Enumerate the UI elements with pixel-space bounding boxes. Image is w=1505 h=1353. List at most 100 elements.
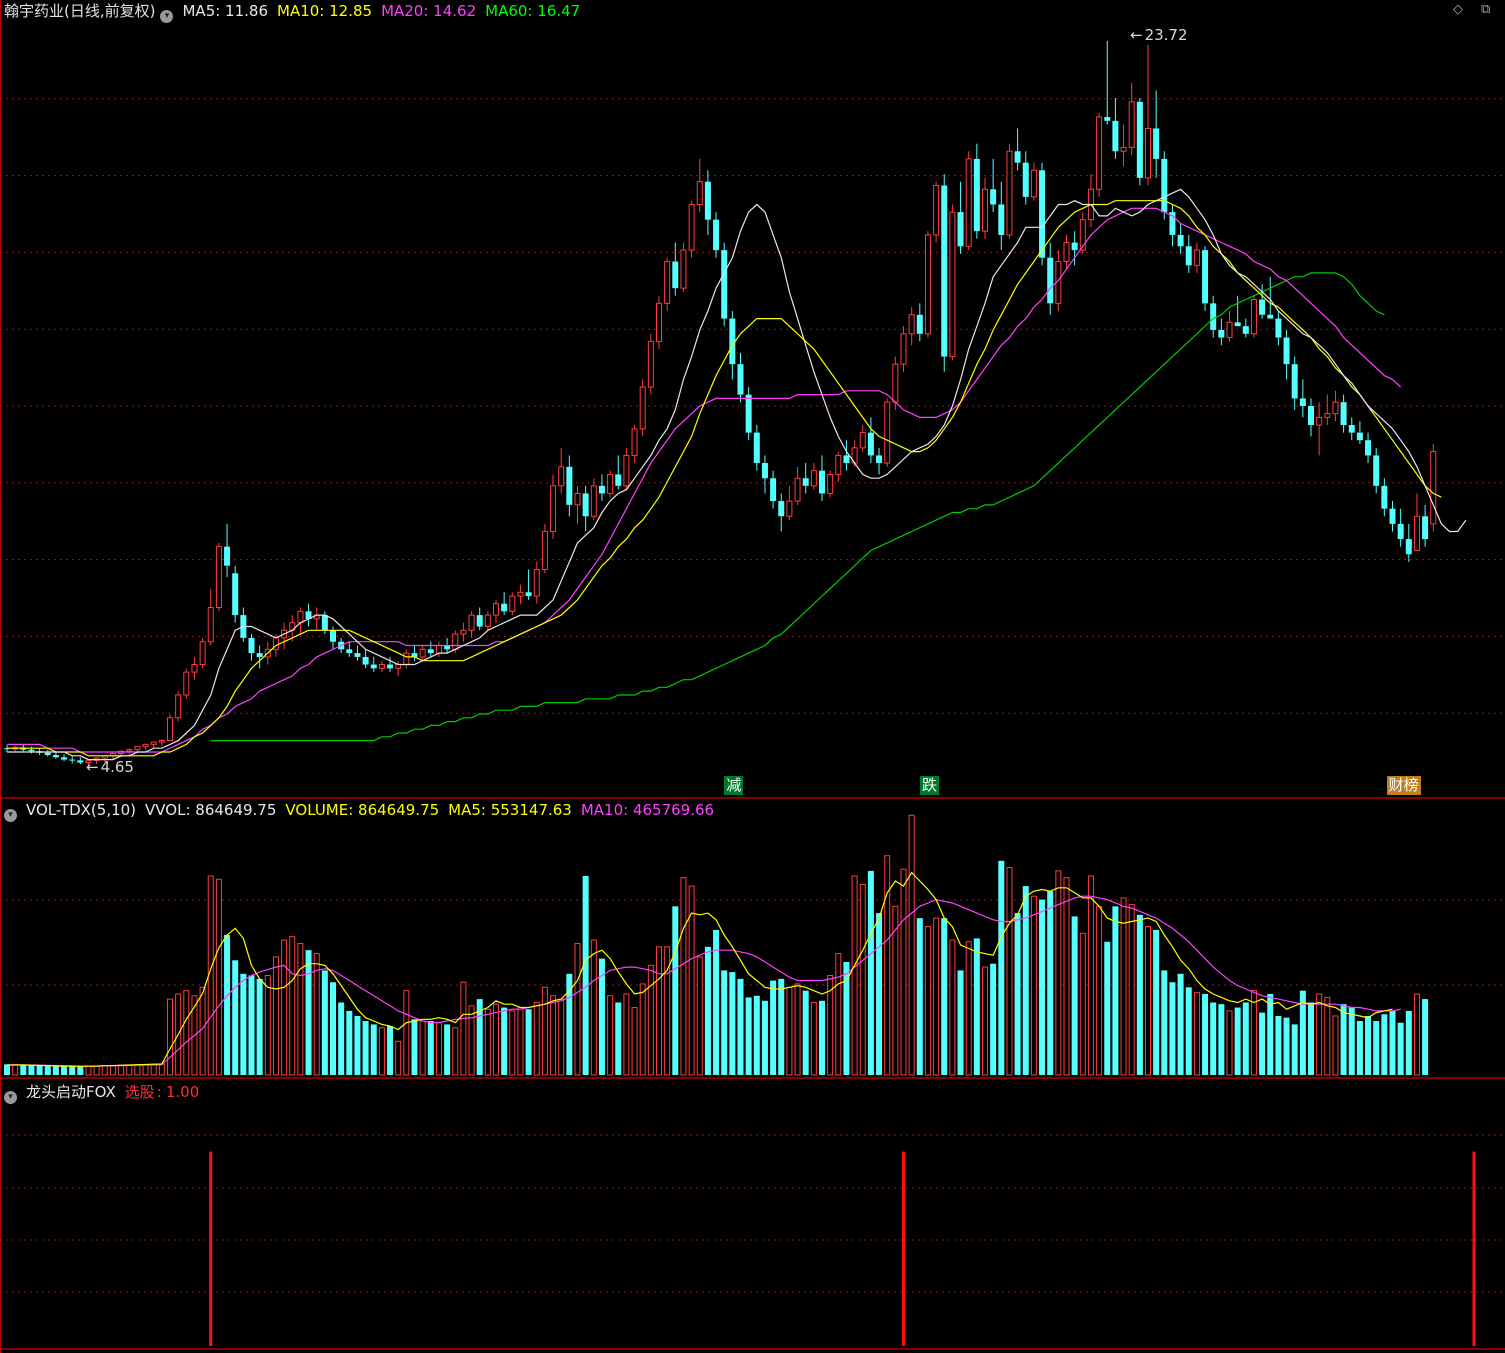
candle-body [770,478,777,502]
volume-bar [680,877,687,1076]
volume-bar [761,1000,768,1075]
candle-body [704,181,711,220]
volume-bar [998,860,1005,1075]
volume-bar [933,917,940,1076]
volume-bar [61,1066,68,1075]
volume-bar [924,926,931,1076]
candle-body [582,493,589,517]
volume-bar [1389,1010,1396,1075]
volume-bar [362,1021,369,1075]
volume-bar [305,950,312,1075]
stock-title[interactable]: 翰宇药业(日线,前复权) [4,2,155,20]
volume-bar [574,942,581,1076]
candle-body [1250,299,1257,335]
volume-bar [224,935,231,1075]
candle-body [1193,249,1200,266]
volume-bar [1047,891,1054,1075]
volume-bar [1039,899,1046,1075]
candle-body [330,630,336,642]
candle-body [77,760,84,763]
candle-body [1047,257,1054,304]
panel-menu-icon[interactable]: ▾ [4,809,17,822]
volume-bar [460,981,467,1076]
volume-bar [1193,991,1200,1076]
volume-bar [867,870,874,1075]
event-marker[interactable]: 财榜 [1386,776,1421,795]
volume-bar [672,906,679,1075]
candle-body [501,603,508,612]
candle-body [378,664,385,669]
volume-bar [297,942,304,1076]
panel-menu-icon[interactable]: ▾ [160,10,174,23]
volume-bar [590,939,597,1076]
volume-bar [1161,970,1168,1075]
volume-bar [819,1000,825,1075]
volume-bar [1259,1012,1266,1075]
stock-chart[interactable] [0,0,1505,1353]
volume-bar [1153,929,1160,1075]
volume-bar [656,946,662,1076]
volume-bar [1030,895,1037,1076]
volume-bar [20,1064,27,1075]
candle-body [819,470,825,494]
candle-body [1405,539,1412,555]
volume-bar [346,1010,353,1075]
candle-body [395,664,402,669]
volume-bar [1169,982,1176,1075]
volume-bar [1316,993,1323,1076]
event-marker[interactable]: 跌 [919,776,939,795]
volume-indicator-title[interactable]: VOL-TDX(5,10) [26,801,136,819]
restore-window-icon[interactable]: ⧉ [1481,2,1490,17]
candle-body [941,185,948,357]
volume-bar [721,970,728,1075]
candle-body [1063,242,1070,263]
volume-bar [370,1024,377,1075]
candle-body [647,340,654,388]
candle-body [533,568,540,597]
volume-bar [101,1065,108,1076]
candle-body [1259,299,1266,315]
candle-body [1234,322,1241,327]
volume-bar [4,1064,10,1075]
candle-body [607,473,614,494]
candle-body [680,249,687,289]
candle-body [1389,508,1396,524]
indicator-title[interactable]: 龙头启动FOX [26,1083,116,1101]
diamond-icon[interactable]: ◇ [1453,2,1463,17]
volume-bar [484,1008,491,1076]
candle-body [1014,151,1021,163]
volume-bar [1308,1002,1314,1075]
candle-body [973,158,980,232]
volume-bar [900,868,907,1076]
candle-body [1120,146,1127,152]
volume-bar [240,973,247,1075]
candle-body [1145,127,1151,179]
candle-body [1267,314,1274,319]
volume-bar [468,1005,475,1076]
candle-body [1153,128,1160,159]
candle-body [167,717,173,742]
volume-bar [916,918,923,1075]
event-marker[interactable]: 减 [724,776,744,795]
ma-legend-item-2: MA20: 14.62 [381,2,477,20]
candle-body [362,656,369,665]
volume-bar [737,978,744,1075]
volume-bar [199,986,206,1076]
volume-bar [248,975,255,1075]
volume-bar [1397,1022,1404,1075]
volume-bar [1373,1021,1380,1075]
candle-body [761,463,768,479]
ma-legend: MA5: 11.86 MA10: 12.85 MA20: 14.62 MA60: 16… [182,2,589,20]
candle-body [191,664,198,673]
candle-body [134,746,141,751]
volume-bar [631,1007,638,1076]
candle-body [61,757,68,760]
panel-menu-icon[interactable]: ▾ [4,1091,17,1104]
volume-bar [533,1001,540,1076]
candle-body [1413,515,1420,551]
volume-bar [183,990,190,1076]
candle-body [990,189,997,205]
volume-bar [1185,987,1192,1075]
candle-body [28,749,35,752]
candle-body [1308,406,1314,426]
